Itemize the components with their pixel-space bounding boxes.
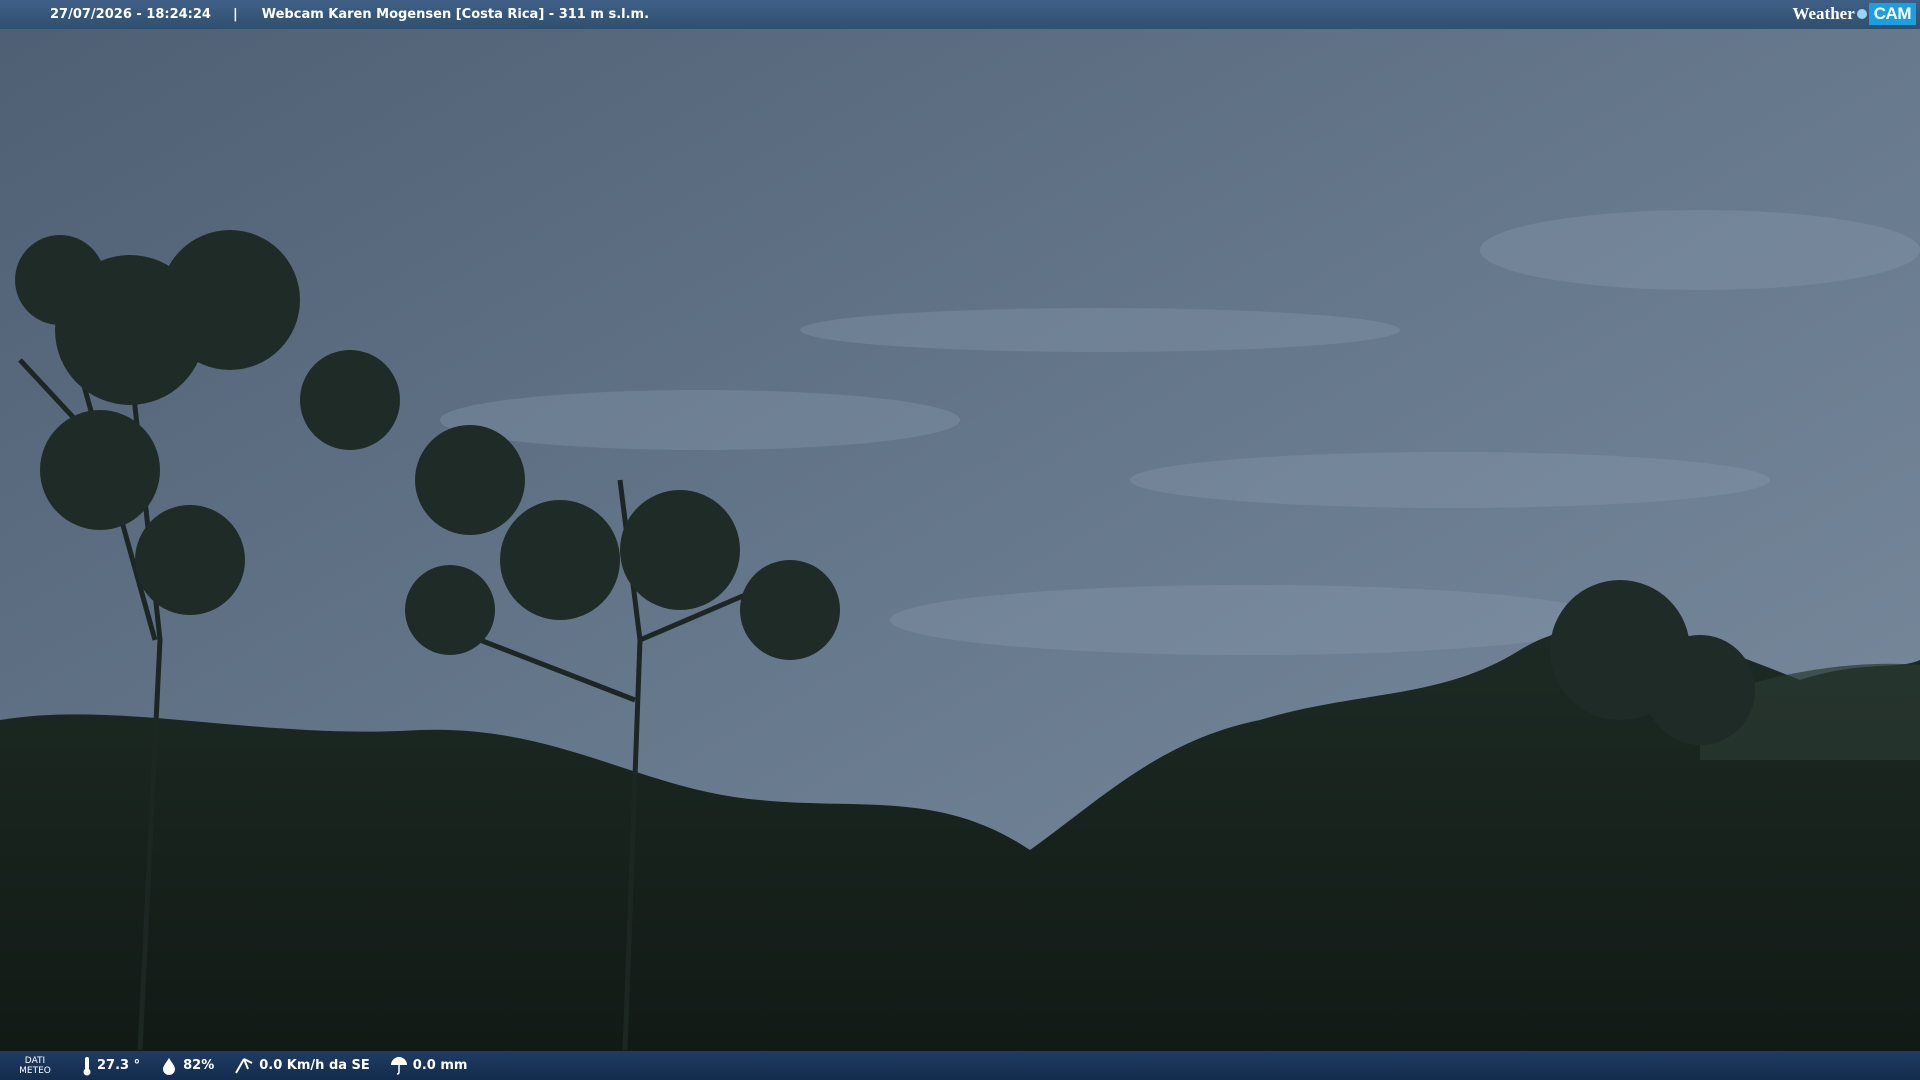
webcam-header-bar: 27/07/2026 - 18:24:24 | Webcam Karen Mog… [0, 0, 1920, 29]
wind-value: 0.0 Km/h da SE [259, 1058, 370, 1073]
weather-data-bar: DATI METEO 27.3 ° 82% 0.0 Km/h da SE 0.0… [0, 1051, 1920, 1080]
meteo-label: METEO [19, 1065, 51, 1076]
wind-icon [235, 1057, 253, 1073]
rain-icon [390, 1056, 407, 1075]
logo-weather-text: Weather [1792, 4, 1855, 23]
dati-label: DATI [24, 1055, 46, 1066]
humidity-reading: 82% [160, 1057, 214, 1075]
header-separator: | [232, 7, 238, 22]
temperature-reading: 27.3 ° [82, 1056, 140, 1076]
weathercam-logo[interactable]: Weather CAM [1792, 2, 1916, 26]
dati-meteo-label: DATI METEO [8, 1056, 62, 1076]
timestamp: 27/07/2026 - 18:24:24 [50, 7, 211, 22]
logo-cam-text: CAM [1868, 3, 1916, 25]
logo-dot-icon [1856, 9, 1867, 19]
webcam-image [0, 0, 1920, 1080]
humidity-value: 82% [183, 1058, 215, 1073]
rain-value: 0.0 mm [412, 1058, 468, 1073]
rain-reading: 0.0 mm [390, 1056, 468, 1075]
thermometer-icon [83, 1056, 91, 1075]
webcam-title: Webcam Karen Mogensen [Costa Rica] - 311… [261, 7, 650, 22]
temperature-value: 27.3 ° [97, 1058, 141, 1073]
wind-reading: 0.0 Km/h da SE [234, 1057, 370, 1075]
humidity-icon [163, 1057, 176, 1075]
